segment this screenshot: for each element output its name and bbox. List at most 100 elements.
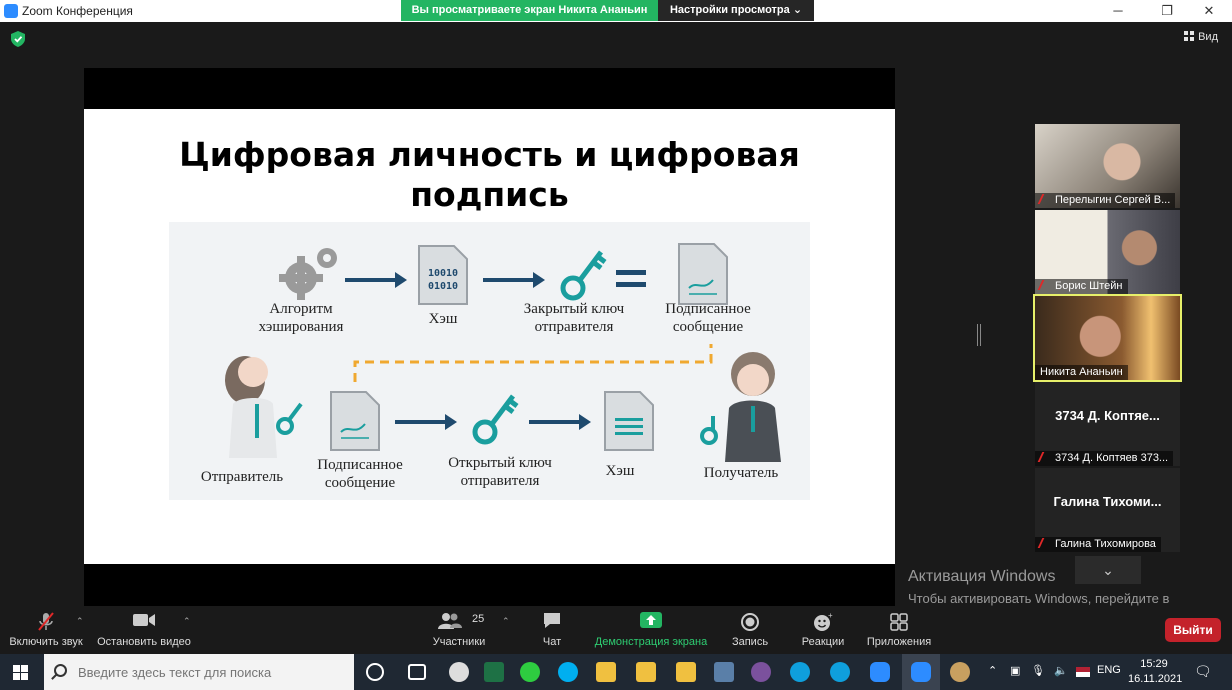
participant-tile[interactable]: Галина Тихоми... Галина Тихомирова [1035,468,1180,552]
video-options-chevron-icon[interactable]: ⌃ [183,616,191,627]
digital-signature-diagram: 10010 01010 Алгоритм хэширования Хэш Зак… [169,222,810,500]
reactions-label: Реакции [801,636,845,648]
participant-name: Никита Ананьин [1040,366,1123,378]
video-camera-icon [133,614,155,626]
windows-start-icon[interactable] [13,665,28,680]
arrow-icon [483,272,545,288]
view-options-button[interactable]: Настройки просмотра ⌄ [658,0,814,21]
taskbar-clock[interactable]: 15:29 16.11.2021 [1128,657,1183,687]
paint-icon[interactable] [950,662,970,682]
encryption-shield-icon[interactable] [11,31,25,47]
folder-icon[interactable] [636,662,656,682]
participant-tile[interactable]: Перелыгин Сергей В... [1035,124,1180,208]
unmute-button[interactable]: Включить звук [4,606,88,654]
dashed-connector [353,344,713,382]
view-layout-button[interactable]: Вид [1184,31,1218,43]
leave-meeting-button[interactable]: Выйти [1165,618,1221,642]
participant-tile[interactable]: 3734 Д. Коптяе... 3734 Д. Коптяев 373... [1035,382,1180,466]
share-screen-icon [640,612,662,628]
arrow-icon [529,414,591,430]
chat-bubble-icon [544,613,560,628]
calculator-icon[interactable] [714,662,734,682]
receiver-person-icon [700,352,781,462]
gear-icon [279,248,337,300]
label-receiver: Получатель [703,465,779,481]
activation-title: Активация Windows [908,568,1056,585]
zoom-app-icon [4,4,18,18]
participant-name: Перелыгин Сергей В... [1055,194,1171,206]
label-hash-top: Хэш [428,311,458,327]
us-flag-icon[interactable] [1076,667,1090,677]
viber-icon[interactable] [751,662,771,682]
input-language[interactable]: ENG [1097,664,1121,676]
share-screen-button[interactable]: Демонстрация экрана [592,606,710,654]
tray-expand-chevron-icon[interactable]: ⌃ [988,664,997,677]
arrow-icon [395,414,457,430]
clock-date: 16.11.2021 [1128,673,1183,685]
unmute-label: Включить звук [9,636,83,648]
hash-bits-line-2: 01010 [428,281,458,292]
participants-count: 25 [472,613,485,625]
settings-gear-icon[interactable] [449,662,469,682]
microphone-tray-icon[interactable]: 🎙 [1031,664,1045,677]
participant-name-label: Перелыгин Сергей В... [1035,193,1176,208]
participant-tile-active-speaker[interactable]: Никита Ананьин [1033,294,1182,382]
shared-screen[interactable]: Цифровая личность и цифровая подпись 100… [84,68,895,607]
edge-browser-icon[interactable] [830,662,850,682]
participants-icon [438,613,462,629]
participant-name-label: Борис Штейн [1035,279,1128,294]
close-button[interactable]: ✕ [1186,0,1232,22]
label-hash-bottom: Хэш [605,463,635,479]
maximize-button[interactable]: ❐ [1144,0,1190,22]
presentation-slide: Цифровая личность и цифровая подпись 100… [84,109,895,564]
excel-icon[interactable] [484,662,504,682]
zoom-taskbar-icon[interactable] [870,662,890,682]
label-hash-algorithm: Алгоритм хэширования [258,301,344,335]
task-view-icon[interactable] [408,664,426,680]
participant-display-name: 3734 Д. Коптяе... [1055,408,1160,423]
slide-title: Цифровая личность и цифровая подпись [179,135,800,214]
participant-tile[interactable]: Борис Штейн [1035,210,1180,294]
skype-icon[interactable] [558,662,578,682]
notifications-icon[interactable]: 🗨 [1194,663,1212,680]
grid-view-icon [1184,31,1195,41]
svg-text:+: + [828,612,833,620]
signed-document-icon [678,243,728,305]
view-layout-label: Вид [1198,31,1218,43]
clover-app-icon[interactable] [520,662,540,682]
edge-browser-icon[interactable] [790,662,810,682]
chat-label: Чат [542,636,562,648]
window-title: Zoom Конференция [22,4,133,18]
record-icon [741,613,759,631]
share-screen-label: Демонстрация экрана [594,636,708,648]
minimize-button[interactable]: ─ [1095,0,1141,22]
apps-button[interactable]: Приложения [864,606,934,654]
cortana-icon[interactable] [366,663,384,681]
record-label: Запись [731,636,769,648]
label-sender: Отправитель [200,469,284,485]
stop-video-button[interactable]: Остановить видео [94,606,194,654]
reactions-button[interactable]: + Реакции [796,606,850,654]
participants-button[interactable]: 25 Участники [426,606,492,654]
panel-resize-handle[interactable] [977,324,981,346]
device-icon[interactable]: ▣ [1010,664,1020,677]
chat-button[interactable]: Чат [530,606,574,654]
taskbar-search-input[interactable] [78,663,348,681]
meeting-area: Вид Цифровая личность и цифровая подпись [0,22,1232,624]
folder-icon[interactable] [676,662,696,682]
participants-options-chevron-icon[interactable]: ⌃ [502,616,510,627]
participant-name: Борис Штейн [1055,280,1123,292]
audio-options-chevron-icon[interactable]: ⌃ [76,616,84,627]
participant-name-label: Никита Ананьин [1035,365,1128,380]
volume-icon[interactable]: 🔈 [1054,664,1068,677]
sender-person-icon [225,356,303,458]
folder-icon[interactable] [596,662,616,682]
zoom-meeting-taskbar-icon[interactable] [911,662,931,682]
hash-bits-line-1: 10010 [428,268,458,279]
signed-document-icon [330,391,380,451]
label-private-key: Закрытый ключ отправителя [523,301,625,335]
taskbar-search[interactable] [44,654,354,690]
public-key-icon [472,394,519,445]
record-button[interactable]: Запись [726,606,774,654]
participant-name-label: Галина Тихомирова [1035,537,1161,552]
